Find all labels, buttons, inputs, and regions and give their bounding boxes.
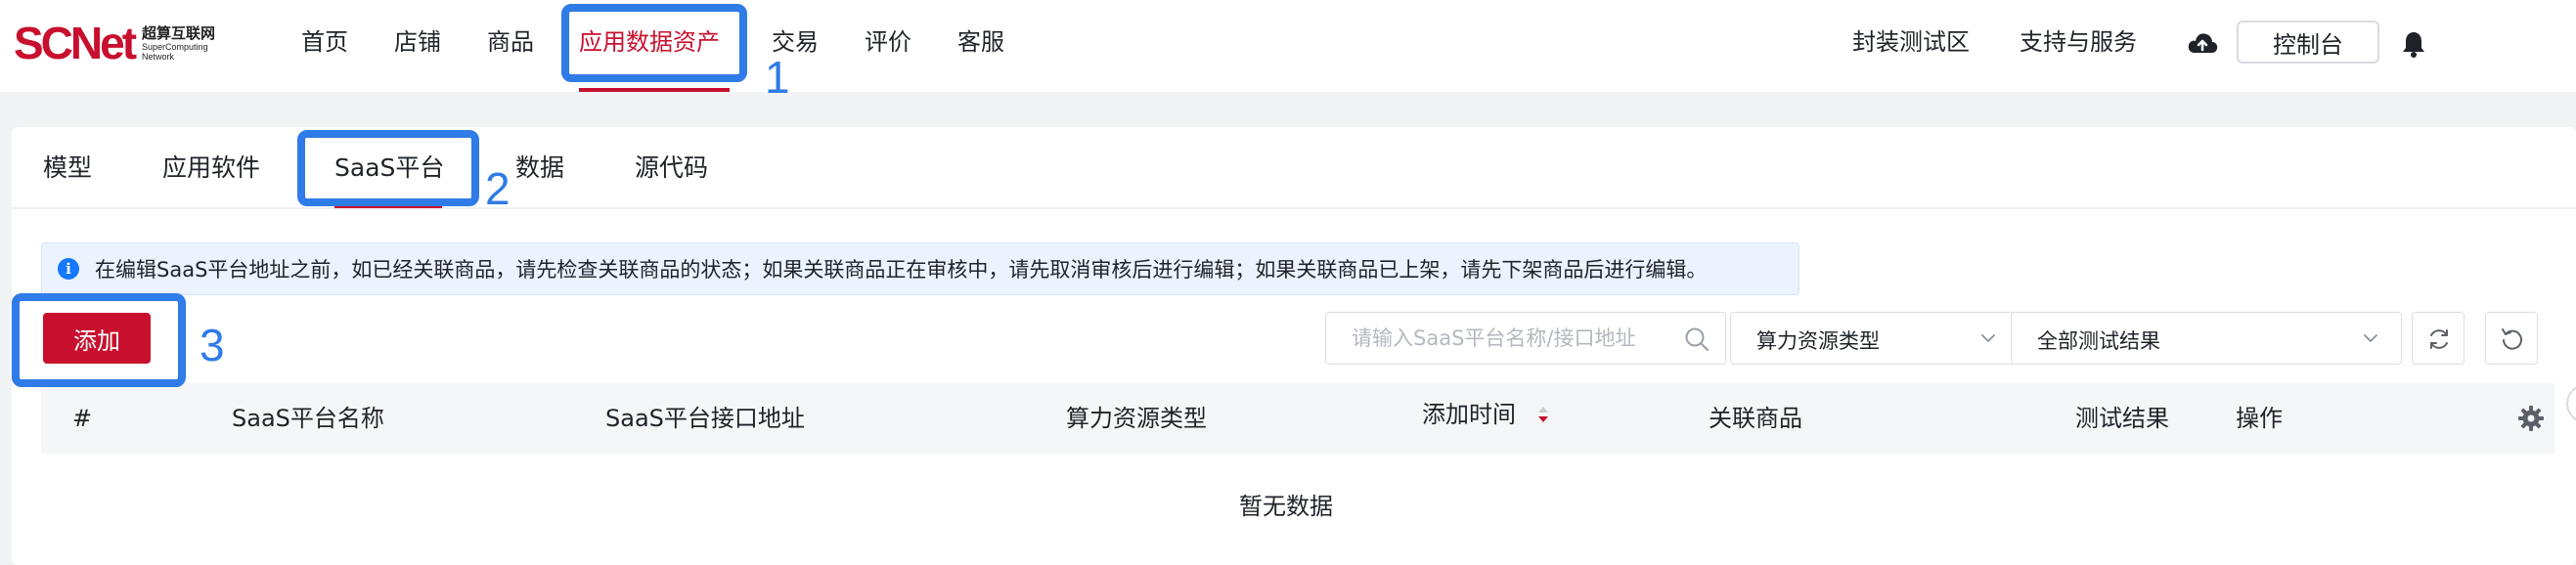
table-header: # SaaS平台名称 SaaS平台接口地址 算力资源类型 添加时间 关联商品 测…: [41, 383, 2554, 454]
info-icon: i: [58, 258, 79, 280]
search-field[interactable]: [1325, 312, 1726, 365]
test-result-value: 全部测试结果: [2037, 329, 2160, 353]
resource-type-select[interactable]: 算力资源类型: [1730, 312, 2020, 365]
test-result-select[interactable]: 全部测试结果: [2011, 312, 2402, 365]
refresh-icon: [2430, 329, 2448, 349]
nav-test-zone[interactable]: 封装测试区: [1852, 24, 1970, 60]
console-button[interactable]: 控制台: [2237, 21, 2379, 64]
logo-name-en-1: SuperComputing: [142, 41, 208, 52]
tab-source-code[interactable]: 源代码: [635, 151, 708, 186]
chevron-down-icon: [1981, 334, 1995, 342]
col-test-result: 测试结果: [2075, 405, 2169, 432]
highlight-box-step1: [561, 4, 747, 82]
col-linked-product: 关联商品: [1709, 405, 1802, 432]
highlight-box-step2: [297, 130, 479, 206]
cloud-upload-icon[interactable]: [2187, 29, 2218, 57]
logo-wordmark: SCNet: [14, 18, 137, 68]
refresh-button[interactable]: [2412, 312, 2465, 365]
col-platform-name: SaaS平台名称: [232, 405, 384, 432]
search-input[interactable]: [1352, 313, 1674, 364]
notice-text: 在编辑SaaS平台地址之前，如已经关联商品，请先检查关联商品的状态；如果关联商品…: [95, 258, 1708, 282]
col-added-time-label: 添加时间: [1422, 401, 1516, 428]
nav-item-store[interactable]: 店铺: [394, 24, 441, 60]
col-api-address: SaaS平台接口地址: [605, 405, 805, 432]
nav-item-reviews[interactable]: 评价: [865, 24, 911, 60]
gear-icon[interactable]: [2517, 405, 2545, 432]
col-resource-type: 算力资源类型: [1066, 405, 1207, 432]
logo-name-cn: 超算互联网: [142, 23, 216, 42]
empty-state-text: 暂无数据: [1239, 493, 1333, 520]
col-actions: 操作: [2236, 405, 2283, 432]
reset-icon: [2502, 328, 2522, 350]
tab-data[interactable]: 数据: [515, 151, 564, 186]
top-navbar: SCNet 超算互联网 SuperComputing Network 首页 店铺…: [0, 0, 2576, 92]
nav-item-home[interactable]: 首页: [301, 24, 348, 60]
step-label-2: 2: [485, 163, 511, 214]
chevron-down-icon: [2364, 334, 2377, 342]
nav-support[interactable]: 支持与服务: [2020, 24, 2137, 60]
col-added-time[interactable]: 添加时间: [1422, 397, 1548, 432]
sort-icon[interactable]: [1535, 401, 1551, 428]
bell-icon[interactable]: [2400, 29, 2427, 59]
nav-active-indicator: [579, 88, 730, 92]
search-icon[interactable]: [1684, 326, 1710, 352]
resource-type-value: 算力资源类型: [1756, 329, 1880, 353]
col-index: #: [72, 405, 93, 432]
tab-model[interactable]: 模型: [43, 151, 92, 186]
step-label-3: 3: [200, 320, 225, 370]
logo-subtitle: 超算互联网 SuperComputing Network: [142, 23, 216, 62]
nav-item-products[interactable]: 商品: [487, 24, 534, 60]
tab-app-software[interactable]: 应用软件: [162, 151, 260, 186]
reset-button[interactable]: [2485, 312, 2538, 365]
step-label-1: 1: [765, 52, 790, 103]
info-notice: i 在编辑SaaS平台地址之前，如已经关联商品，请先检查关联商品的状态；如果关联…: [41, 242, 1799, 295]
scnet-logo[interactable]: SCNet 超算互联网 SuperComputing Network: [14, 20, 215, 66]
highlight-box-step3: [12, 293, 186, 387]
nav-item-customer-service[interactable]: 客服: [957, 24, 1004, 60]
logo-name-en-2: Network: [142, 51, 175, 62]
